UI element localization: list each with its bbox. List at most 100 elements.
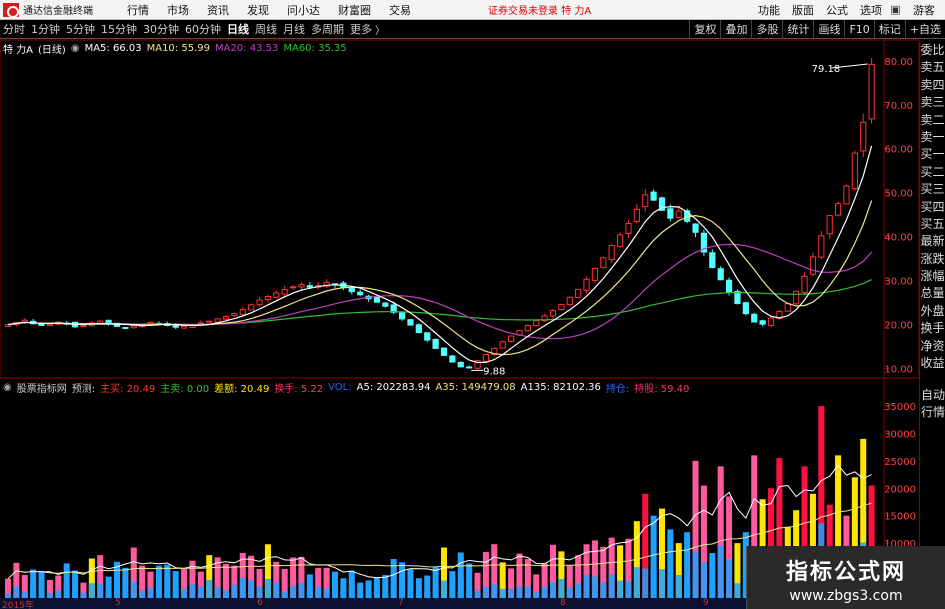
time-axis-label: 9 xyxy=(703,598,709,608)
volume-bar-inner xyxy=(72,590,79,598)
candle-body xyxy=(80,325,87,328)
volume-bar-inner xyxy=(139,590,146,598)
candle-body xyxy=(642,194,649,208)
candle-body xyxy=(281,288,288,295)
candle-body xyxy=(826,215,833,235)
candle-body xyxy=(46,323,54,327)
volume-bar-inner xyxy=(566,587,573,598)
volume-bar-inner xyxy=(13,586,20,598)
candle-body xyxy=(524,325,531,332)
side-item-13[interactable]: 涨幅 xyxy=(920,268,945,285)
candle-body xyxy=(222,316,230,320)
volume-bar-inner xyxy=(457,578,464,598)
ma5-value: MA5: 66.03 xyxy=(84,43,142,54)
volume-bar-inner xyxy=(675,574,682,598)
volume-bar-inner xyxy=(524,586,531,598)
side-item-1[interactable]: 卖五 xyxy=(920,59,945,76)
candle-body xyxy=(742,302,749,315)
volume-axis-label: 15000 xyxy=(884,512,916,523)
volume-bar-inner xyxy=(474,590,481,598)
a35-value: A35: 149479.08 xyxy=(435,382,516,393)
volume-bar-inner xyxy=(214,587,221,598)
side-auto-0[interactable]: 自动 xyxy=(920,387,945,404)
price-axis-label: 80.00 xyxy=(884,57,913,68)
candle-body xyxy=(264,295,272,300)
side-item-18[interactable]: 收益 xyxy=(920,355,945,372)
hold-label: 持仓: xyxy=(605,384,630,395)
candle-body xyxy=(122,326,129,329)
candle-body xyxy=(533,320,540,327)
side-item-11[interactable]: 最新 xyxy=(920,233,945,250)
time-axis-label: 8 xyxy=(560,598,566,608)
candle-body xyxy=(357,291,364,296)
candle-body xyxy=(633,208,640,222)
forecast-label: 预测: xyxy=(71,384,96,395)
price-axis-label: 10.00 xyxy=(884,365,913,376)
side-item-0[interactable]: 委比 xyxy=(920,42,945,59)
volume-bar-inner xyxy=(264,579,271,598)
candle-body xyxy=(248,304,255,311)
vol-ma5-line xyxy=(7,464,872,580)
volume-bar-inner xyxy=(340,589,347,598)
candle-body xyxy=(675,210,682,218)
volume-bar-inner xyxy=(432,587,439,598)
candle-body xyxy=(717,268,724,281)
candle-body xyxy=(348,287,355,293)
stock-name: 特 力A xyxy=(3,45,34,56)
volume-info-bar: ◉ 股票指标网 预测: 主买: 20.49 主卖: 0.00 差额: 20.49… xyxy=(0,381,690,395)
volume-bar-inner xyxy=(591,576,598,598)
volume-bar-inner xyxy=(298,583,305,598)
candle-body xyxy=(793,290,800,305)
side-item-10[interactable]: 买五 xyxy=(920,216,945,233)
volume-bar-inner xyxy=(256,586,263,598)
diff-value: 差额: 20.49 xyxy=(214,384,270,395)
candle-body xyxy=(38,323,45,327)
volume-bar-inner xyxy=(373,589,380,598)
ma10-line xyxy=(7,200,873,356)
volume-bar-inner xyxy=(323,588,330,598)
candle-body xyxy=(868,63,875,120)
candle-body xyxy=(818,235,825,258)
side-item-4[interactable]: 卖二 xyxy=(920,112,945,129)
side-item-2[interactable]: 卖四 xyxy=(920,77,945,94)
chart-canvas[interactable]: 80.00 70.00 60.00 50.00 40.00 30.00 20.00 10.00… xyxy=(0,0,945,609)
volume-bar-inner xyxy=(231,584,238,598)
ma20-value: MA20: 43.53 xyxy=(214,43,279,54)
side-item-17[interactable]: 净资 xyxy=(920,338,945,355)
volume-bar-inner xyxy=(281,591,288,598)
candle-body xyxy=(616,234,624,248)
candle-body xyxy=(482,354,490,362)
side-item-6[interactable]: 买一 xyxy=(920,146,945,163)
hold-value: 持股: 59.40 xyxy=(634,384,690,395)
candle-body xyxy=(130,325,137,329)
side-item-16[interactable]: 换手 xyxy=(920,320,945,337)
volume-bar-inner xyxy=(700,562,707,598)
side-item-7[interactable]: 买二 xyxy=(920,164,945,181)
candle-body xyxy=(558,303,565,311)
volume-bar-inner xyxy=(575,583,582,598)
side-item-8[interactable]: 买三 xyxy=(920,181,945,198)
settings-icon[interactable]: ◉ xyxy=(71,43,80,54)
volume-bar-inner xyxy=(617,580,624,598)
volume-bar-inner xyxy=(181,588,188,598)
side-item-5[interactable]: 卖一 xyxy=(920,129,945,146)
side-item-3[interactable]: 卖三 xyxy=(920,94,945,111)
volume-axis-label: 30000 xyxy=(884,429,916,440)
candle-body xyxy=(843,185,850,205)
candle-body xyxy=(206,320,213,323)
volume-bar-inner xyxy=(130,581,137,598)
watermark: 指标公式网 www.zbgs3.com xyxy=(746,546,945,609)
indicator-settings-icon[interactable]: ◉ xyxy=(3,382,12,393)
side-item-14[interactable]: 总量 xyxy=(920,285,945,302)
ma10-value: MA10: 55.99 xyxy=(146,43,210,54)
price-pane-frame xyxy=(0,39,920,379)
price-axis-label: 30.00 xyxy=(884,277,913,288)
side-item-15[interactable]: 外盘 xyxy=(920,303,945,320)
side-item-12[interactable]: 涨跌 xyxy=(920,251,945,268)
candle-body xyxy=(667,208,674,219)
volume-bar-inner xyxy=(348,588,355,598)
price-axis-label: 20.00 xyxy=(884,321,913,332)
volume-bar-inner xyxy=(449,588,456,598)
side-auto-1[interactable]: 行情 xyxy=(920,404,945,421)
side-item-9[interactable]: 买四 xyxy=(920,199,945,216)
